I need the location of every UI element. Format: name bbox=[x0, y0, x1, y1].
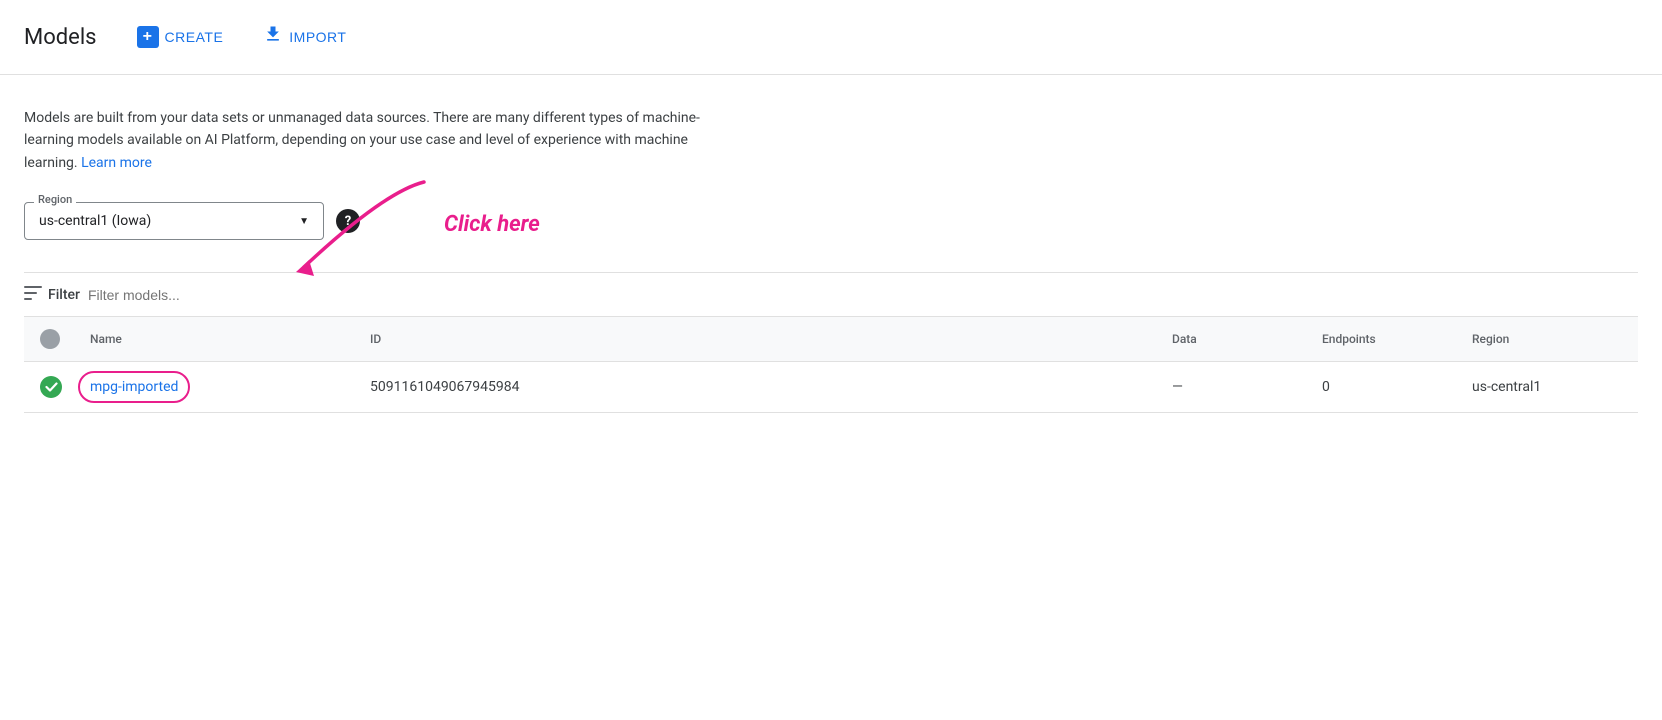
table-header: Name ID Data Endpoints Region bbox=[24, 317, 1638, 362]
region-dropdown[interactable]: us-central1 (Iowa) ▼ bbox=[24, 202, 324, 240]
th-region: Region bbox=[1472, 329, 1622, 349]
main-content: Models are built from your data sets or … bbox=[0, 75, 1662, 413]
row-status bbox=[40, 376, 90, 398]
row-region: us-central1 bbox=[1472, 379, 1622, 395]
import-button[interactable]: IMPORT bbox=[247, 16, 362, 58]
header-actions: + CREATE IMPORT bbox=[121, 16, 363, 58]
help-icon[interactable]: ? bbox=[336, 209, 360, 233]
description-text: Models are built from your data sets or … bbox=[24, 107, 704, 174]
create-button[interactable]: + CREATE bbox=[121, 18, 240, 56]
filter-icon bbox=[24, 285, 42, 304]
region-selected-value: us-central1 (Iowa) bbox=[39, 213, 151, 229]
th-endpoints: Endpoints bbox=[1322, 329, 1472, 349]
model-name-link[interactable]: mpg-imported bbox=[90, 379, 178, 395]
page-title: Models bbox=[24, 25, 97, 50]
filter-toggle[interactable]: Filter bbox=[24, 285, 80, 304]
import-icon bbox=[263, 24, 283, 50]
filter-input[interactable] bbox=[88, 287, 388, 303]
region-section: Region us-central1 (Iowa) ▼ ? bbox=[24, 202, 1638, 240]
create-plus-icon: + bbox=[137, 26, 159, 48]
table-row: mpg-imported 5091161049067945984 — 0 us-… bbox=[24, 362, 1638, 413]
page-header: Models + CREATE IMPORT bbox=[0, 0, 1662, 75]
filter-section: Filter bbox=[24, 272, 1638, 316]
learn-more-link[interactable]: Learn more bbox=[81, 155, 152, 171]
header-checkbox-circle bbox=[40, 329, 60, 349]
import-label: IMPORT bbox=[289, 29, 346, 45]
row-id: 5091161049067945984 bbox=[370, 379, 1172, 395]
models-table: Name ID Data Endpoints Region mpg bbox=[24, 316, 1638, 413]
chevron-down-icon: ▼ bbox=[299, 216, 309, 227]
th-data: Data bbox=[1172, 329, 1322, 349]
annotation-container: Click here Filter bbox=[24, 272, 1638, 413]
model-name-highlight: mpg-imported bbox=[90, 379, 178, 395]
create-label: CREATE bbox=[165, 29, 224, 45]
filter-label: Filter bbox=[48, 287, 80, 303]
status-success-icon bbox=[40, 376, 62, 398]
region-label: Region bbox=[34, 193, 76, 206]
th-name: Name bbox=[90, 329, 370, 349]
th-checkbox[interactable] bbox=[40, 329, 90, 349]
row-name-cell: mpg-imported bbox=[90, 379, 370, 395]
region-select-wrapper: Region us-central1 (Iowa) ▼ ? bbox=[24, 202, 1638, 240]
row-data: — bbox=[1172, 379, 1322, 395]
th-id: ID bbox=[370, 329, 1172, 349]
region-dropdown-wrapper: Region us-central1 (Iowa) ▼ bbox=[24, 202, 324, 240]
row-endpoints: 0 bbox=[1322, 379, 1472, 395]
